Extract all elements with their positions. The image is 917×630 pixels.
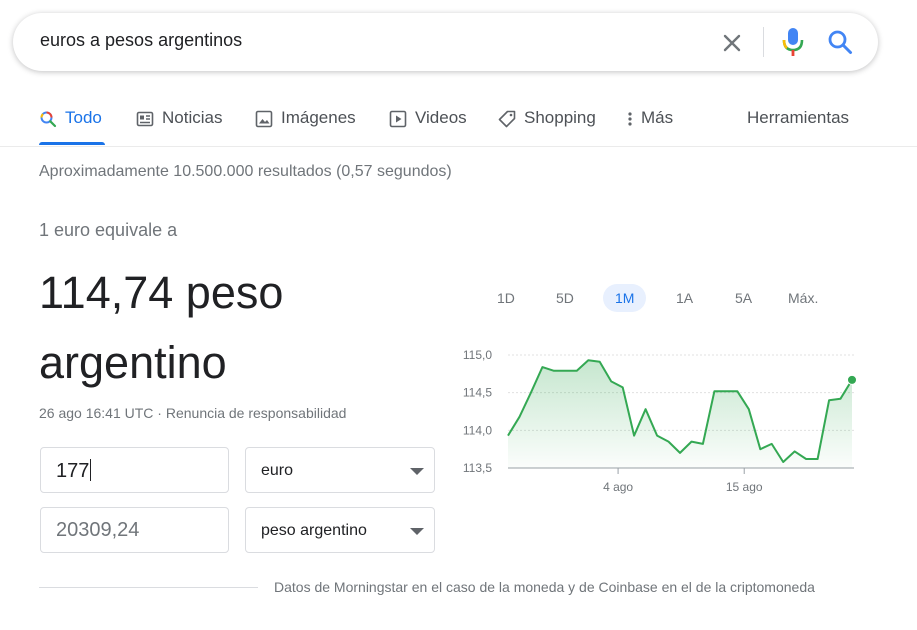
data-point[interactable] bbox=[540, 365, 545, 370]
microphone-icon[interactable] bbox=[781, 26, 805, 58]
data-point[interactable] bbox=[643, 407, 648, 412]
data-point[interactable] bbox=[792, 449, 797, 454]
to-amount-value: 20309,24 bbox=[56, 519, 140, 541]
tab-label: Todo bbox=[65, 108, 102, 127]
data-point[interactable] bbox=[597, 359, 602, 364]
rate-timestamp: 26 ago 16:41 UTC · Renuncia de responsab… bbox=[39, 405, 346, 421]
video-icon bbox=[389, 110, 407, 128]
tab-mas[interactable]: Más bbox=[627, 108, 673, 144]
tag-icon bbox=[498, 110, 516, 128]
tab-label: Videos bbox=[415, 108, 467, 127]
search-icon[interactable] bbox=[826, 28, 854, 56]
x-tick-label: 4 ago bbox=[603, 480, 633, 494]
data-point[interactable] bbox=[827, 398, 832, 403]
data-point[interactable] bbox=[666, 439, 671, 444]
separator: · bbox=[153, 405, 166, 421]
data-point[interactable] bbox=[781, 459, 786, 464]
to-currency-select[interactable]: peso argentino bbox=[245, 507, 435, 553]
tab-label: Noticias bbox=[162, 108, 223, 127]
disclaimer-link[interactable]: Renuncia de responsabilidad bbox=[166, 405, 347, 421]
search-results-page: euros a pesos argentinos Todo Noticias I… bbox=[0, 0, 917, 630]
data-point[interactable] bbox=[769, 441, 774, 446]
data-point[interactable] bbox=[574, 368, 579, 373]
image-icon bbox=[255, 110, 273, 128]
exchange-rate: 114,74 peso argentino bbox=[39, 267, 284, 388]
tools-label: Herramientas bbox=[747, 108, 850, 127]
exchange-rate-chart[interactable]: 115,0 114,5 114,0 113,5 4 ago 15 ago bbox=[440, 330, 870, 500]
data-point[interactable] bbox=[712, 389, 717, 394]
data-point[interactable] bbox=[735, 389, 740, 394]
search-icon bbox=[39, 110, 57, 128]
data-point[interactable] bbox=[700, 441, 705, 446]
data-point[interactable] bbox=[528, 390, 533, 395]
clear-icon[interactable] bbox=[719, 30, 745, 56]
to-amount-input[interactable]: 20309,24 bbox=[40, 507, 229, 553]
search-input[interactable]: euros a pesos argentinos bbox=[40, 30, 242, 51]
from-amount-input[interactable]: 177 bbox=[40, 447, 229, 493]
x-tick-label: 15 ago bbox=[726, 480, 763, 494]
active-tab-indicator bbox=[39, 142, 105, 145]
data-point[interactable] bbox=[563, 368, 568, 373]
tab-imagenes[interactable]: Imágenes bbox=[255, 108, 356, 144]
search-tabs: Todo Noticias Imágenes Videos Shopping M… bbox=[0, 98, 917, 146]
chevron-down-icon bbox=[410, 468, 424, 475]
range-1d[interactable]: 1D bbox=[485, 284, 527, 312]
tabs-divider bbox=[0, 146, 917, 147]
tab-label: Shopping bbox=[524, 108, 596, 127]
data-point[interactable] bbox=[746, 407, 751, 412]
search-bar: euros a pesos argentinos bbox=[13, 13, 878, 71]
data-point[interactable] bbox=[632, 433, 637, 438]
from-amount-value: 177 bbox=[56, 459, 92, 483]
data-point[interactable] bbox=[815, 456, 820, 461]
from-amount-text: 177 bbox=[56, 460, 90, 482]
search-bar-divider bbox=[763, 27, 764, 57]
range-max[interactable]: Máx. bbox=[776, 284, 830, 312]
data-point[interactable] bbox=[804, 456, 809, 461]
data-point[interactable] bbox=[506, 433, 511, 438]
results-count: Aproximadamente 10.500.000 resultados (0… bbox=[39, 163, 452, 180]
tab-label: Más bbox=[641, 108, 674, 127]
data-point[interactable] bbox=[689, 439, 694, 444]
chevron-down-icon bbox=[410, 528, 424, 535]
range-5a[interactable]: 5A bbox=[723, 284, 764, 312]
y-tick-label: 114,0 bbox=[463, 423, 492, 437]
data-point[interactable] bbox=[723, 389, 728, 394]
tab-todo[interactable]: Todo bbox=[39, 108, 102, 144]
from-currency-select[interactable]: euro bbox=[245, 447, 435, 493]
more-vert-icon bbox=[627, 110, 633, 128]
data-point[interactable] bbox=[551, 368, 556, 373]
y-tick-label: 115,0 bbox=[463, 348, 492, 362]
range-1a[interactable]: 1A bbox=[664, 284, 705, 312]
data-point[interactable] bbox=[620, 385, 625, 390]
news-icon bbox=[136, 110, 154, 128]
rate-date: 26 ago 16:41 UTC bbox=[39, 405, 154, 421]
footer-divider bbox=[39, 587, 258, 588]
data-source-note: Datos de Morningstar en el caso de la mo… bbox=[274, 579, 815, 595]
tab-shopping[interactable]: Shopping bbox=[498, 108, 596, 144]
range-5d[interactable]: 5D bbox=[544, 284, 586, 312]
tab-label: Imágenes bbox=[281, 108, 356, 127]
tab-noticias[interactable]: Noticias bbox=[136, 108, 222, 144]
data-point[interactable] bbox=[586, 358, 591, 363]
text-caret bbox=[90, 459, 92, 481]
data-point[interactable] bbox=[609, 379, 614, 384]
data-point[interactable] bbox=[517, 414, 522, 419]
latest-point[interactable] bbox=[847, 374, 857, 385]
tools-button[interactable]: Herramientas bbox=[747, 108, 849, 144]
y-tick-label: 113,5 bbox=[463, 461, 492, 475]
y-tick-label: 114,5 bbox=[463, 386, 492, 400]
range-1m[interactable]: 1M bbox=[603, 284, 647, 312]
data-point[interactable] bbox=[758, 447, 763, 452]
tab-videos[interactable]: Videos bbox=[389, 108, 467, 144]
from-currency-value: euro bbox=[261, 462, 294, 479]
data-point[interactable] bbox=[838, 396, 843, 401]
data-point[interactable] bbox=[655, 433, 660, 438]
to-currency-value: peso argentino bbox=[261, 522, 367, 539]
data-point[interactable] bbox=[678, 450, 683, 455]
equivalence-label: 1 euro equivale a bbox=[39, 220, 178, 240]
